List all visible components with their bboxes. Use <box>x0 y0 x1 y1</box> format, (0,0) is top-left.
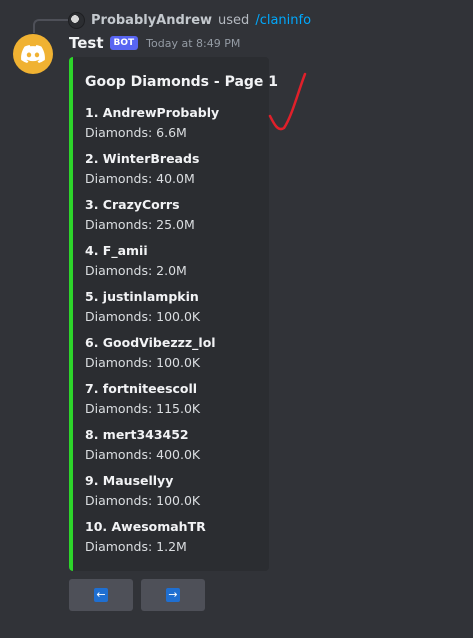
entry-value: Diamonds: 25.0M <box>85 217 195 232</box>
leaderboard-entry: 7. fortniteescoll Diamonds: 115.0K <box>85 380 200 418</box>
arrow-left-icon: ← <box>94 588 108 602</box>
entry-name: 8. mert343452 <box>85 427 189 442</box>
prev-page-button[interactable]: ← <box>69 579 133 611</box>
message-timestamp[interactable]: Today at 8:49 PM <box>146 37 240 50</box>
entry-value: Diamonds: 2.0M <box>85 263 187 278</box>
entry-name: 4. F_amii <box>85 243 148 258</box>
reply-username[interactable]: ProbablyAndrew <box>91 13 212 28</box>
leaderboard-entry: 4. F_amii Diamonds: 2.0M <box>85 242 187 280</box>
arrow-right-icon: → <box>166 588 180 602</box>
entry-name: 10. AwesomahTR <box>85 519 206 534</box>
red-checkmark-annotation <box>268 72 307 131</box>
leaderboard-entry: 5. justinlampkin Diamonds: 100.0K <box>85 288 200 326</box>
entry-value: Diamonds: 100.0K <box>85 493 201 508</box>
entry-value: Diamonds: 1.2M <box>85 539 187 554</box>
leaderboard-entry: 8. mert343452 Diamonds: 400.0K <box>85 426 200 464</box>
entry-value: Diamonds: 6.6M <box>85 125 187 140</box>
entry-name: 6. GoodVibezzz_lol <box>85 335 216 350</box>
bot-badge: BOT <box>109 36 139 50</box>
embed-title: Goop Diamonds - Page 1 <box>85 74 279 90</box>
next-page-button[interactable]: → <box>141 579 205 611</box>
entry-name: 9. Mausellyy <box>85 473 174 488</box>
reply-header: ProbablyAndrew used /claninfo <box>68 11 311 29</box>
entry-value: Diamonds: 400.0K <box>85 447 201 462</box>
entry-value: Diamonds: 115.0K <box>85 401 201 416</box>
entry-name: 1. AndrewProbably <box>85 105 220 120</box>
reply-avatar[interactable] <box>68 11 85 29</box>
discord-logo-icon <box>21 45 45 63</box>
leaderboard-entry: 6. GoodVibezzz_lol Diamonds: 100.0K <box>85 334 216 372</box>
leaderboard-entry: 10. AwesomahTR Diamonds: 1.2M <box>85 518 206 556</box>
entry-name: 5. justinlampkin <box>85 289 199 304</box>
leaderboard-entry: 1. AndrewProbably Diamonds: 6.6M <box>85 104 219 142</box>
entry-name: 2. WinterBreads <box>85 151 200 166</box>
avatar[interactable] <box>13 34 53 74</box>
leaderboard-entry: 9. Mausellyy Diamonds: 100.0K <box>85 472 200 510</box>
reply-command[interactable]: /claninfo <box>255 13 311 28</box>
leaderboard-entry: 2. WinterBreads Diamonds: 40.0M <box>85 150 199 188</box>
leaderboard-entry: 3. CrazyCorrs Diamonds: 25.0M <box>85 196 195 234</box>
entry-value: Diamonds: 100.0K <box>85 309 201 324</box>
entry-value: Diamonds: 100.0K <box>85 355 201 370</box>
embed-card: Goop Diamonds - Page 1 1. AndrewProbably… <box>69 57 278 571</box>
entry-value: Diamonds: 40.0M <box>85 171 195 186</box>
message-header: Test BOT Today at 8:49 PM <box>69 34 240 52</box>
reply-connector <box>33 19 68 33</box>
entry-name: 3. CrazyCorrs <box>85 197 180 212</box>
reply-used-text: used <box>218 12 250 28</box>
entry-name: 7. fortniteescoll <box>85 381 198 396</box>
author-name[interactable]: Test <box>69 34 104 52</box>
